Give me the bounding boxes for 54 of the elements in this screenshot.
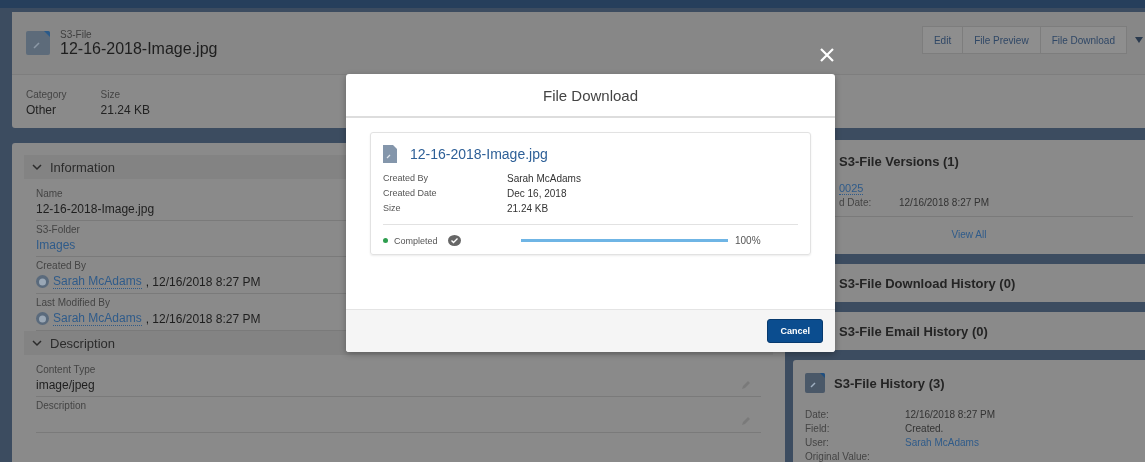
field-label: Created By	[36, 260, 87, 271]
related-list-title[interactable]: S3-File History (3)	[834, 375, 945, 391]
timestamp: , 12/16/2018 8:27 PM	[145, 274, 261, 289]
version-link[interactable]: 0025	[839, 182, 864, 195]
user-link[interactable]: Sarah McAdams	[905, 437, 979, 448]
field-label: Date:	[805, 409, 830, 420]
field-label: Content Type	[36, 364, 96, 375]
file-name-link[interactable]: 12-16-2018-Image.jpg	[410, 146, 548, 162]
field-label: Field:	[805, 423, 831, 434]
record-title: 12-16-2018-Image.jpg	[60, 39, 218, 58]
field-value: 12/16/2018 8:27 PM	[899, 197, 990, 208]
timestamp: , 12/16/2018 8:27 PM	[145, 311, 261, 326]
related-list-title[interactable]: S3-File Email History (0)	[839, 323, 988, 339]
field-value: 21.24 KB	[100, 103, 150, 117]
field-label: Original Value:	[805, 451, 871, 462]
field-label: Created By	[383, 173, 430, 184]
view-all-link[interactable]: View All	[951, 229, 987, 240]
folder-link[interactable]: Images	[36, 238, 76, 252]
check-icon	[447, 235, 461, 246]
field-value: 21.24 KB	[507, 203, 549, 214]
object-type: S3-File	[60, 28, 93, 40]
user-link[interactable]: Sarah McAdams	[53, 311, 142, 326]
progress-reading: 100%	[735, 235, 761, 246]
field-label: Category	[26, 89, 67, 100]
field-label: Name	[36, 188, 63, 199]
close-icon[interactable]	[820, 48, 834, 62]
field-label: S3-Folder	[36, 224, 80, 235]
file-icon	[383, 145, 397, 163]
field-label: d Date:	[839, 197, 873, 208]
action-button[interactable]: File Download	[1039, 26, 1127, 54]
related-list-title[interactable]: S3-File Download History (0)	[839, 275, 1016, 291]
chevron-icon	[32, 163, 42, 171]
action-button[interactable]: Edit	[921, 26, 964, 54]
field-value: Sarah McAdams	[507, 173, 581, 184]
cancel-button[interactable]: Cancel	[767, 319, 823, 343]
field-label: Size	[100, 89, 122, 100]
user-link[interactable]: Sarah McAdams	[53, 274, 142, 289]
field-value: Other	[26, 103, 57, 117]
dropdown-caret-icon[interactable]	[1135, 37, 1143, 43]
file-icon	[26, 31, 50, 55]
avatar-icon	[36, 275, 49, 288]
field-label: User:	[805, 437, 830, 448]
field-value: Dec 16, 2018	[507, 188, 567, 199]
action-button[interactable]: File Preview	[962, 26, 1041, 54]
field-label: Description	[36, 400, 87, 411]
chevron-icon	[32, 339, 42, 347]
related-list-title[interactable]: S3-File Versions (1)	[839, 153, 959, 169]
dialog-title: File Download	[542, 86, 638, 104]
avatar-icon	[36, 312, 49, 325]
file-icon	[805, 373, 825, 393]
field-label: Last Modified By	[36, 297, 110, 308]
field-label: Size	[383, 203, 402, 214]
status-label: Completed	[394, 235, 438, 246]
field-label: Created Date	[383, 188, 438, 199]
